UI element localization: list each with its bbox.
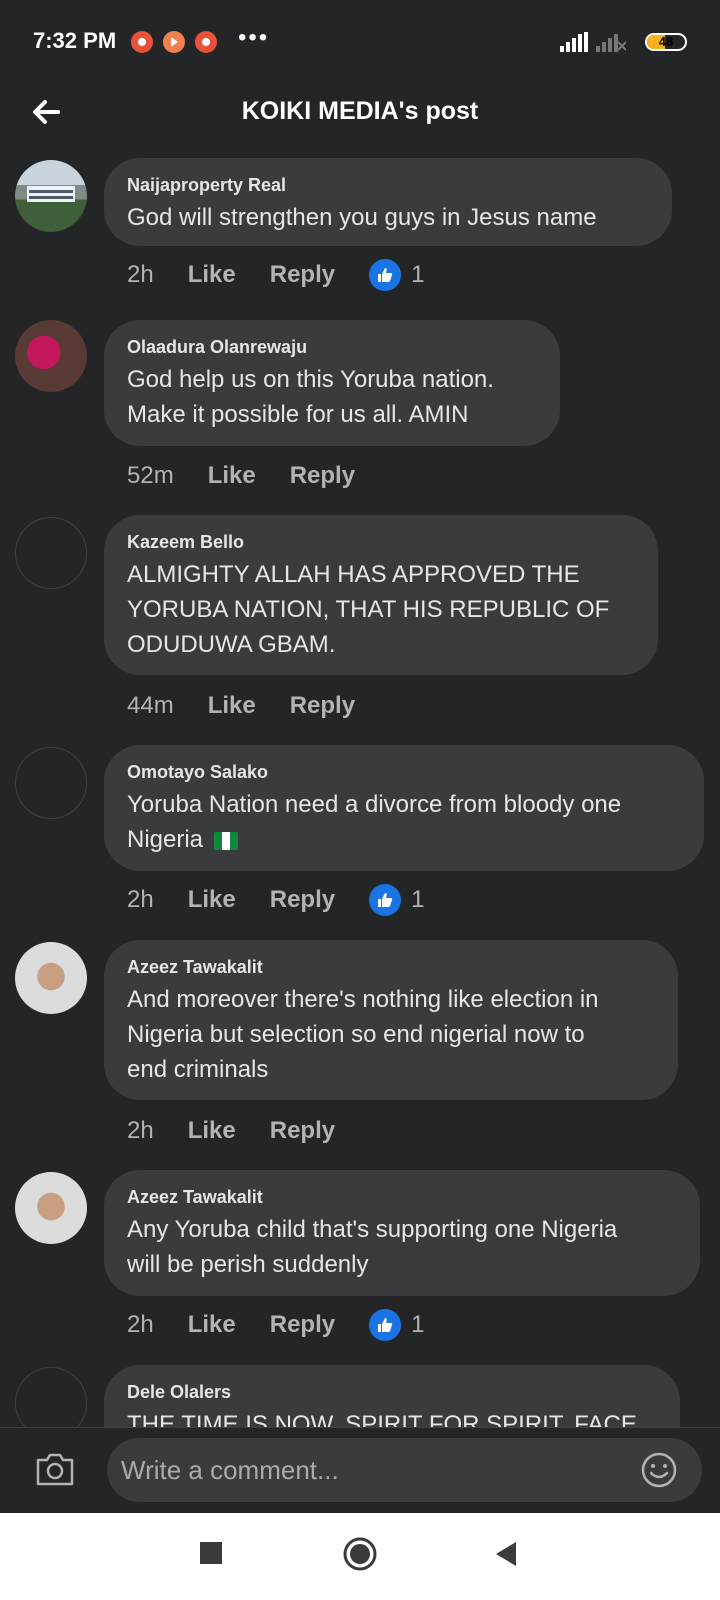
square-icon[interactable]	[199, 1541, 223, 1565]
comment-author[interactable]: Azeez Tawakalit	[127, 1185, 678, 1209]
thumbs-up-icon[interactable]	[369, 259, 402, 291]
nigeria-flag-icon	[213, 831, 238, 850]
comment-bubble[interactable]: Azeez Tawakalit And moreover there's not…	[104, 940, 678, 1100]
comment-time[interactable]: 2h	[127, 261, 154, 289]
battery-icon: 48	[645, 33, 687, 51]
system-navbar	[0, 1513, 720, 1600]
comment-text: Any Yoruba child that's supporting one N…	[127, 1216, 618, 1278]
avatar[interactable]	[15, 1172, 87, 1244]
comment-text: And moreover there's nothing like electi…	[127, 986, 599, 1083]
more-notifications-icon: •••	[238, 24, 270, 51]
avatar[interactable]	[15, 747, 87, 819]
comment-text: God help us on this Yoruba nation. Make …	[127, 366, 494, 428]
comment-actions: 2h Like Reply 1	[127, 1305, 424, 1345]
comment-author[interactable]: Dele Olalers	[127, 1380, 658, 1404]
comment-author[interactable]: Olaadura Olanrewaju	[127, 335, 538, 359]
comment-time[interactable]: 2h	[127, 1311, 154, 1339]
signal-icon	[560, 32, 588, 52]
avatar[interactable]	[15, 160, 87, 232]
avatar[interactable]	[15, 942, 87, 1014]
app-notification-icon	[195, 31, 217, 53]
comment-actions: 2h Like Reply 1	[127, 880, 424, 920]
reply-button[interactable]: Reply	[290, 462, 355, 490]
status-time: 7:32 PM	[33, 28, 117, 53]
camera-icon[interactable]	[34, 1450, 76, 1488]
comment-author[interactable]: Naijaproperty Real	[127, 173, 650, 197]
triangle-back-icon[interactable]	[494, 1541, 518, 1567]
status-bar: 7:32 PM ••• 48	[0, 0, 720, 86]
emoji-icon[interactable]	[640, 1451, 678, 1489]
comment-time[interactable]: 2h	[127, 886, 154, 914]
reaction-count[interactable]: 1	[411, 886, 424, 914]
avatar[interactable]	[15, 320, 87, 392]
comment-author[interactable]: Kazeem Bello	[127, 530, 636, 554]
thumbs-up-icon[interactable]	[369, 884, 402, 916]
youtube-notification-icon	[163, 31, 185, 53]
like-button[interactable]: Like	[188, 1117, 236, 1145]
thumbs-up-icon[interactable]	[369, 1309, 402, 1341]
comment-input[interactable]	[107, 1438, 702, 1502]
circle-icon[interactable]	[343, 1537, 377, 1571]
comment-text: ALMIGHTY ALLAH HAS APPROVED THE YORUBA N…	[127, 561, 610, 658]
comment-actions: 52m Like Reply	[127, 456, 389, 496]
avatar[interactable]	[15, 517, 87, 589]
page-title: KOIKI MEDIA's post	[241, 97, 479, 125]
comment-item: Dele Olalers THE TIME IS NOW, SPIRIT FOR…	[0, 1365, 720, 1427]
notification-icons	[131, 31, 217, 53]
comment-time[interactable]: 2h	[127, 1117, 154, 1145]
comment-bubble[interactable]: Olaadura Olanrewaju God help us on this …	[104, 320, 560, 446]
like-button[interactable]: Like	[188, 1311, 236, 1339]
avatar[interactable]	[15, 1367, 87, 1427]
like-button[interactable]: Like	[188, 886, 236, 914]
reply-button[interactable]: Reply	[290, 692, 355, 720]
reply-button[interactable]: Reply	[270, 886, 335, 914]
comment-bubble[interactable]: Omotayo Salako Yoruba Nation need a divo…	[104, 745, 704, 871]
comment-bubble[interactable]: Kazeem Bello ALMIGHTY ALLAH HAS APPROVED…	[104, 515, 658, 675]
reply-button[interactable]: Reply	[270, 1311, 335, 1339]
reaction-count[interactable]: 1	[411, 261, 424, 289]
reply-button[interactable]: Reply	[270, 261, 335, 289]
reaction-count[interactable]: 1	[411, 1311, 424, 1339]
post-header: KOIKI MEDIA's post	[0, 86, 720, 156]
app-notification-icon	[131, 31, 153, 53]
comment-text: God will strengthen you guys in Jesus na…	[127, 204, 597, 231]
comment-bubble[interactable]: Naijaproperty Real God will strengthen y…	[104, 158, 672, 246]
comment-composer	[0, 1427, 720, 1514]
comment-author[interactable]: Azeez Tawakalit	[127, 955, 656, 979]
comment-bubble[interactable]: Dele Olalers THE TIME IS NOW, SPIRIT FOR…	[104, 1365, 680, 1427]
comment-bubble[interactable]: Azeez Tawakalit Any Yoruba child that's …	[104, 1170, 700, 1296]
comment-actions: 2h Like Reply 1	[127, 255, 424, 295]
like-button[interactable]: Like	[188, 261, 236, 289]
comment-actions: 44m Like Reply	[127, 686, 389, 726]
like-button[interactable]: Like	[208, 462, 256, 490]
comment-text-content: Yoruba Nation need a divorce from bloody…	[127, 791, 622, 853]
comment-text: Yoruba Nation need a divorce from bloody…	[127, 787, 682, 857]
comment-time[interactable]: 44m	[127, 692, 174, 720]
comment-text: THE TIME IS NOW, SPIRIT FOR SPIRIT, FACE	[127, 1411, 637, 1427]
battery-percent: 48	[658, 34, 674, 49]
like-button[interactable]: Like	[208, 692, 256, 720]
comment-author[interactable]: Omotayo Salako	[127, 760, 682, 784]
reply-button[interactable]: Reply	[270, 1117, 335, 1145]
building-photo-icon	[27, 186, 75, 202]
comment-time[interactable]: 52m	[127, 462, 174, 490]
no-signal-icon	[596, 34, 626, 52]
comment-actions: 2h Like Reply	[127, 1111, 369, 1151]
